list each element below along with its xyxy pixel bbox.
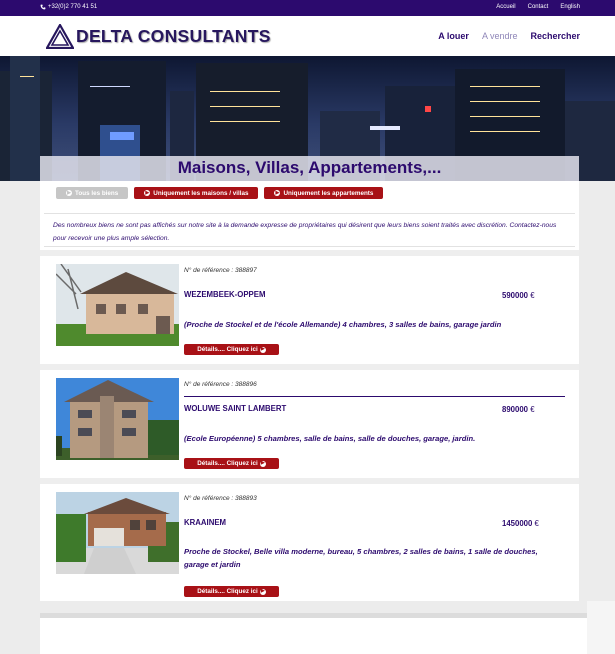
property-listing: N° de référence : 388896 WOLUWE SAINT LA… xyxy=(40,370,579,480)
price-value: 1450000 xyxy=(502,519,533,528)
nav-a-louer[interactable]: A louer xyxy=(438,31,469,41)
arrow-right-icon: ▶ xyxy=(66,189,72,196)
property-price: 590000 € xyxy=(502,291,552,300)
filter-all-label: Tous les biens xyxy=(75,189,119,197)
details-button[interactable]: Détails.... Cliquez ici ▶ xyxy=(184,458,279,469)
reference-number: N° de référence : 388896 xyxy=(184,381,257,388)
main-nav: A louer A vendre Rechercher xyxy=(438,31,580,41)
price-currency: € xyxy=(534,519,539,528)
price-currency: € xyxy=(530,291,535,300)
property-description: (Ecole Européenne) 5 chambres, salle de … xyxy=(184,434,476,443)
property-photo[interactable] xyxy=(56,378,179,460)
property-listing: N° de référence : 388897 WEZEMBEEK-OPPEM… xyxy=(40,256,579,366)
phone-icon xyxy=(40,4,46,10)
top-bar: +32(0)2 770 41 51 Accueil Contact Englis… xyxy=(0,0,615,16)
arrow-right-icon: ▶ xyxy=(144,189,151,196)
arrow-right-icon: ▶ xyxy=(259,346,266,353)
property-listing: N° de référence : 388893 KRAAINEM 145000… xyxy=(40,484,579,597)
property-price: 1450000 € xyxy=(502,519,552,528)
property-photo[interactable] xyxy=(56,492,179,574)
delta-triangle-icon xyxy=(46,24,74,49)
reference-number: N° de référence : 388897 xyxy=(184,267,257,274)
property-price: 890000 € xyxy=(502,405,552,414)
page-title: Maisons, Villas, Appartements,... xyxy=(177,158,442,177)
details-label: Détails.... Cliquez ici xyxy=(197,588,258,595)
filter-houses-button[interactable]: ▶ Uniquement les maisons / villas xyxy=(134,187,259,199)
footer-area xyxy=(40,613,587,654)
arrow-right-icon: ▶ xyxy=(259,588,266,595)
phone-number: +32(0)2 770 41 51 xyxy=(48,4,98,10)
arrow-right-icon: ▶ xyxy=(274,189,281,196)
nav-a-vendre[interactable]: A vendre xyxy=(482,31,518,41)
property-city: WOLUWE SAINT LAMBERT xyxy=(184,404,287,413)
brand-name: DELTA CONSULTANTS xyxy=(76,26,271,46)
phone-contact[interactable]: +32(0)2 770 41 51 xyxy=(40,4,97,10)
price-value: 890000 xyxy=(502,405,529,414)
site-logo[interactable]: DELTA CONSULTANTS xyxy=(46,24,271,49)
property-description: Proche de Stockel, Belle villa moderne, … xyxy=(184,547,538,569)
details-button[interactable]: Détails.... Cliquez ici ▶ xyxy=(184,586,279,597)
property-description: (Proche de Stockel et de l'école Alleman… xyxy=(184,320,502,329)
toplink-contact[interactable]: Contact xyxy=(528,4,549,10)
property-city: WEZEMBEEK-OPPEM xyxy=(184,290,266,299)
price-value: 590000 xyxy=(502,291,529,300)
nav-rechercher[interactable]: Rechercher xyxy=(530,31,580,41)
filter-houses-label: Uniquement les maisons / villas xyxy=(153,189,249,197)
listing-rule xyxy=(184,396,565,397)
filter-all-button[interactable]: ▶ Tous les biens xyxy=(56,187,129,199)
site-header: DELTA CONSULTANTS A louer A vendre Reche… xyxy=(0,16,615,56)
details-label: Détails.... Cliquez ici xyxy=(197,346,258,353)
filter-apartments-label: Uniquement les appartements xyxy=(283,189,374,197)
toplink-english[interactable]: English xyxy=(560,4,580,10)
arrow-right-icon: ▶ xyxy=(259,460,266,467)
property-photo[interactable] xyxy=(56,264,179,346)
filter-bar: ▶ Tous les biens ▶ Uniquement les maison… xyxy=(56,187,384,199)
details-label: Détails.... Cliquez ici xyxy=(197,460,258,467)
discretion-notice: Des nombreux biens ne sont pas affichés … xyxy=(44,213,575,247)
details-button[interactable]: Détails.... Cliquez ici ▶ xyxy=(184,344,279,355)
price-currency: € xyxy=(530,405,535,414)
footer-side-strip xyxy=(587,601,615,654)
property-city: KRAAINEM xyxy=(184,518,227,527)
filter-apartments-button[interactable]: ▶ Uniquement les appartements xyxy=(264,187,384,199)
reference-number: N° de référence : 388893 xyxy=(184,495,257,502)
toplink-accueil[interactable]: Accueil xyxy=(496,4,515,10)
